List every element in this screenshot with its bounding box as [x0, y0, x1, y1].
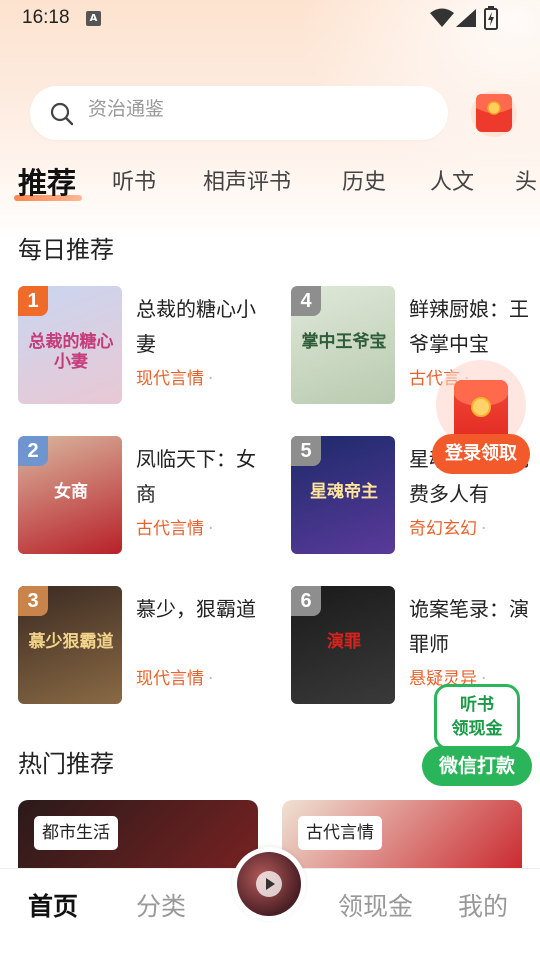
notification-icon: A [86, 11, 101, 26]
cover-title: 慕少狠霸道 [28, 632, 114, 652]
book-title[interactable]: 诡案笔录：演罪师 [409, 592, 529, 662]
red-envelope-icon[interactable] [470, 88, 518, 138]
book-genre: 现代言情 · [136, 664, 213, 689]
hot-card-tag: 都市生活 [34, 816, 118, 850]
rank-badge: 3 [18, 586, 48, 616]
play-icon [256, 871, 282, 897]
nav-home[interactable]: 首页 [28, 887, 78, 923]
search-icon [50, 102, 74, 126]
separator-dot: · [481, 519, 487, 539]
search-placeholder: 资治通鉴 [88, 98, 165, 120]
book-genre-label: 古代言情 [136, 519, 204, 539]
book-cover[interactable]: 掌中王爷宝 4 [291, 286, 395, 404]
book-card[interactable]: 总裁的糖心小妻 1 总裁的糖心小妻 现代言情 · [18, 286, 258, 406]
hot-card-tag: 古代言情 [298, 816, 382, 850]
book-card[interactable]: 女商 2 凤临天下：女商 古代言情 · [18, 436, 258, 556]
book-title[interactable]: 总裁的糖心小妻 [136, 292, 256, 362]
book-card[interactable]: 慕少狠霸道 3 慕少，狠霸道现代言情 · [18, 586, 258, 706]
wifi-icon [430, 8, 454, 27]
book-genre: 现代言情 · [136, 364, 213, 389]
book-cover[interactable]: 慕少狠霸道 3 [18, 586, 122, 704]
search-input[interactable]: 资治通鉴 [30, 86, 448, 140]
player-button[interactable] [232, 847, 306, 921]
separator-dot: · [208, 369, 214, 389]
book-genre: 古代言情 · [136, 514, 213, 539]
book-genre-label: 现代言情 [136, 369, 204, 389]
category-tabs: 推荐 听书 相声评书 历史 人文 头 [0, 160, 540, 204]
book-title[interactable]: 慕少，狠霸道 [136, 592, 256, 627]
nav-cash[interactable]: 领现金 [338, 887, 413, 923]
status-bar: 16:18 A [0, 0, 540, 36]
cash-promo-line1: 听书 [460, 695, 494, 715]
status-time: 16:18 [22, 7, 70, 28]
separator-dot: · [208, 519, 214, 539]
cash-promo-label: 听书 领现金 [434, 684, 520, 750]
wechat-cash-widget[interactable]: 听书 领现金 微信打款 [422, 684, 532, 790]
book-cover[interactable]: 演罪 6 [291, 586, 395, 704]
tab-more[interactable]: 头 [515, 164, 537, 196]
book-title[interactable]: 凤临天下：女商 [136, 442, 256, 512]
cover-title: 星魂帝主 [310, 482, 378, 502]
book-genre-label: 现代言情 [136, 669, 204, 689]
book-cover[interactable]: 女商 2 [18, 436, 122, 554]
wechat-payout-button[interactable]: 微信打款 [422, 746, 532, 786]
bottom-navigation: 首页 分类 领现金 我的 [0, 847, 540, 960]
cover-title: 总裁的糖心小妻 [28, 332, 114, 372]
tab-recommend[interactable]: 推荐 [18, 160, 76, 202]
separator-dot: · [208, 669, 214, 689]
signal-icon [456, 9, 476, 27]
tab-audiobook[interactable]: 听书 [112, 164, 156, 196]
tab-humanities[interactable]: 人文 [430, 164, 474, 196]
login-reward-widget[interactable]: 登录领取 [432, 358, 530, 478]
cover-title: 掌中王爷宝 [301, 332, 387, 352]
tab-history[interactable]: 历史 [342, 164, 386, 196]
rank-badge: 6 [291, 586, 321, 616]
book-title[interactable]: 鲜辣厨娘：王爷掌中宝 [409, 292, 529, 362]
book-cover[interactable]: 总裁的糖心小妻 1 [18, 286, 122, 404]
cover-title: 女商 [54, 482, 88, 502]
cover-title: 演罪 [327, 632, 361, 652]
coin-icon [471, 397, 491, 417]
book-genre-label: 奇幻玄幻 [409, 519, 477, 539]
book-genre: 奇幻玄幻 · [409, 514, 486, 539]
nav-profile[interactable]: 我的 [458, 887, 508, 923]
book-cover[interactable]: 星魂帝主 5 [291, 436, 395, 554]
nav-category[interactable]: 分类 [136, 887, 186, 923]
rank-badge: 5 [291, 436, 321, 466]
cash-promo-line2: 领现金 [451, 719, 503, 739]
rank-badge: 1 [18, 286, 48, 316]
rank-badge: 2 [18, 436, 48, 466]
rank-badge: 4 [291, 286, 321, 316]
red-envelope-icon [454, 380, 508, 442]
battery-charging-icon [484, 6, 498, 30]
now-playing-cover [237, 852, 301, 916]
login-reward-button[interactable]: 登录领取 [432, 434, 530, 474]
tab-crosstalk[interactable]: 相声评书 [203, 164, 291, 196]
daily-section-title: 每日推荐 [18, 236, 114, 264]
hot-section-title: 热门推荐 [18, 750, 114, 778]
